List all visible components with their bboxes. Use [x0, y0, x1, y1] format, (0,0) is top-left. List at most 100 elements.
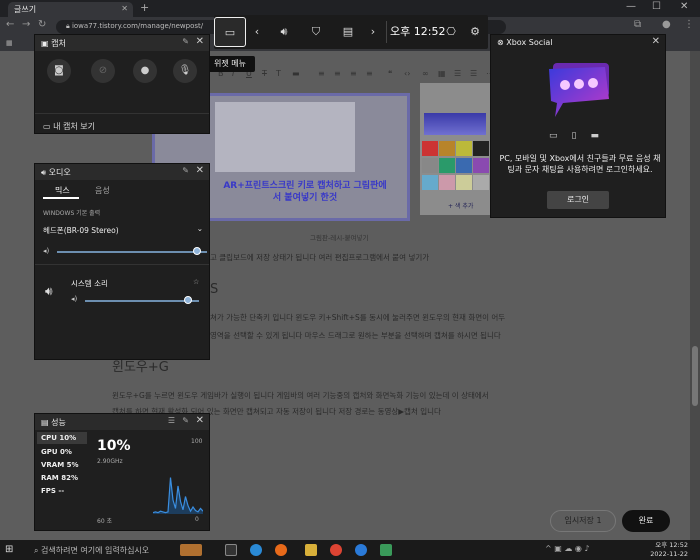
close-icon[interactable]: ✕	[196, 36, 204, 47]
scrollbar-thumb[interactable]	[692, 346, 698, 406]
bg-color-icon[interactable]: ▬	[292, 69, 300, 78]
swatch	[473, 158, 489, 173]
perf-header: ▤ 성능 ☰ ✎ ✕	[35, 414, 209, 430]
capture-widget-icon[interactable]: ⛉	[300, 15, 332, 49]
performance-widget: ▤ 성능 ☰ ✎ ✕ CPU 10% GPU 0% VRAM 5% RAM 82…	[34, 413, 210, 531]
list-icon[interactable]: ☰	[454, 69, 461, 78]
align-left-icon[interactable]: ≡	[318, 69, 325, 78]
pin-icon[interactable]: ✎	[182, 37, 189, 46]
gamebar-time: 오후 12:52	[390, 25, 446, 38]
record-last-button[interactable]: ⊘	[91, 59, 115, 83]
temp-save-count: 1	[596, 516, 602, 525]
tab-mix[interactable]: 믹스	[55, 185, 70, 196]
pin-icon[interactable]: ✎	[182, 166, 189, 175]
chevron-left-icon[interactable]: ‹	[248, 15, 266, 49]
record-button[interactable]: ●	[133, 59, 157, 83]
forward-icon[interactable]: →	[22, 19, 30, 30]
device-volume-slider[interactable]	[57, 251, 207, 253]
taskbar-clock[interactable]: 오후 12:52 2022-11-22	[650, 541, 688, 559]
news-widget-icon[interactable]	[180, 544, 202, 556]
performance-widget-icon[interactable]: ▤	[332, 15, 364, 49]
app-icon[interactable]	[380, 544, 392, 556]
browser-tab[interactable]: 글쓰기 ✕	[8, 2, 133, 17]
close-icon[interactable]: ✕	[196, 415, 204, 426]
favorite-icon[interactable]: ☆	[193, 278, 199, 286]
chrome-icon[interactable]	[330, 544, 342, 556]
clock-date: 2022-11-22	[650, 550, 688, 558]
graph-min: 0	[195, 516, 199, 523]
palette-gradient	[424, 113, 486, 135]
start-icon[interactable]: ⊞	[5, 544, 13, 555]
metric-label: VRAM	[41, 461, 65, 469]
cpu-usage-graph	[153, 477, 203, 514]
paragraph-line: 쳐가 가능한 단축키 입니다 윈도우 키+Shift+S를 동시에 눌러주면 윈…	[210, 313, 506, 322]
back-icon[interactable]: ←	[6, 19, 14, 30]
extensions-icon[interactable]: ⧉	[634, 19, 641, 30]
metric-label: GPU	[41, 448, 58, 456]
capture-icon: ▣	[41, 39, 52, 48]
task-view-icon[interactable]	[225, 544, 237, 556]
view-captures-link[interactable]: ▭ 내 캡처 보기	[43, 121, 95, 132]
swatch	[456, 141, 472, 156]
new-tab-button[interactable]: +	[140, 1, 149, 14]
app-icon[interactable]	[355, 544, 367, 556]
paragraph-line: 영역을 선택할 수 있게 됩니다 마우스 드래그로 원하는 부분을 선택하며 캡…	[210, 331, 501, 340]
code-icon[interactable]: ‹›	[404, 69, 410, 78]
search-placeholder: 검색하려면 여기에 입력하십시오	[41, 546, 150, 555]
mic-off-button[interactable]: 🎙︎	[173, 59, 197, 83]
perf-row-vram[interactable]: VRAM 5%	[41, 461, 79, 469]
link-icon[interactable]: ∞	[422, 69, 429, 78]
perf-row-cpu[interactable]: CPU 10%	[41, 434, 76, 442]
widget-menu-button[interactable]: ▭	[214, 17, 246, 47]
device-icons: ▭▯▬	[549, 131, 613, 141]
chevron-right-icon[interactable]: ›	[364, 15, 382, 49]
pin-icon[interactable]: ✎	[182, 416, 189, 425]
close-icon[interactable]: ✕	[196, 165, 204, 176]
numbered-list-icon[interactable]: ☰	[470, 69, 477, 78]
perf-row-fps[interactable]: FPS --	[41, 487, 64, 495]
maximize-button[interactable]: ☐	[652, 1, 661, 12]
app-volume-slider[interactable]	[85, 300, 199, 302]
align-justify-icon[interactable]: ≡	[366, 69, 373, 78]
tab-close-icon[interactable]: ✕	[121, 4, 128, 13]
output-device-select[interactable]: 헤드폰(BR-09 Stereo) ⌄	[43, 224, 203, 236]
app-volume-knob[interactable]	[183, 296, 192, 304]
screenshot-button[interactable]: ◙	[47, 59, 71, 83]
login-button[interactable]: 로그인	[547, 191, 609, 209]
page-scrollbar[interactable]	[690, 51, 700, 540]
publish-button[interactable]: 완료	[622, 510, 670, 532]
table-icon[interactable]: ▦	[438, 69, 446, 78]
edge-icon[interactable]	[250, 544, 262, 556]
temp-save-button[interactable]: 임시저장 1	[550, 510, 616, 532]
menu-icon[interactable]: ⋮	[684, 19, 694, 30]
options-icon[interactable]: ☰	[168, 416, 175, 425]
close-icon[interactable]: ✕	[652, 36, 660, 47]
perf-icon: ▤	[41, 418, 52, 427]
quote-icon[interactable]: ❝	[388, 69, 392, 78]
output-label: WINDOWS 기본 출력	[43, 210, 101, 217]
text-color-icon[interactable]: T	[276, 69, 281, 78]
perf-row-ram[interactable]: RAM 82%	[41, 474, 78, 482]
mouse-icon[interactable]: ⎔	[440, 15, 462, 49]
apps-icon[interactable]: ▦	[6, 39, 13, 47]
close-window-button[interactable]: ✕	[680, 1, 688, 12]
minimize-button[interactable]: —	[626, 1, 636, 12]
audio-widget: 🔊︎ 오디오 ✎ ✕ 믹스 음성 WINDOWS 기본 출력 헤드폰(BR-09…	[34, 163, 210, 360]
section-heading: S	[210, 282, 219, 297]
xbox-social-widget: ⊗ Xbox Social ✕ ▭▯▬ PC, 모바일 및 Xbox에서 친구들…	[490, 34, 666, 218]
strike-icon[interactable]: T	[262, 69, 267, 78]
tray-icons[interactable]: ^ ▣ ☁ ◉ ♪	[545, 544, 590, 553]
align-center-icon[interactable]: ≡	[334, 69, 341, 78]
tab-voice[interactable]: 음성	[95, 185, 110, 196]
perf-row-gpu[interactable]: GPU 0%	[41, 448, 72, 456]
file-explorer-icon[interactable]	[305, 544, 317, 556]
xbox-header: ⊗ Xbox Social ✕	[491, 35, 665, 51]
align-right-icon[interactable]: ≡	[350, 69, 357, 78]
device-volume-knob[interactable]	[192, 247, 201, 255]
audio-widget-icon[interactable]: 🔊︎	[268, 15, 300, 49]
color-palette-image: + 색 추가	[420, 83, 490, 215]
firefox-icon[interactable]	[275, 544, 287, 556]
reload-icon[interactable]: ↻	[38, 19, 46, 30]
settings-gear-icon[interactable]: ⚙	[464, 15, 486, 49]
profile-icon[interactable]: ●	[662, 19, 671, 30]
